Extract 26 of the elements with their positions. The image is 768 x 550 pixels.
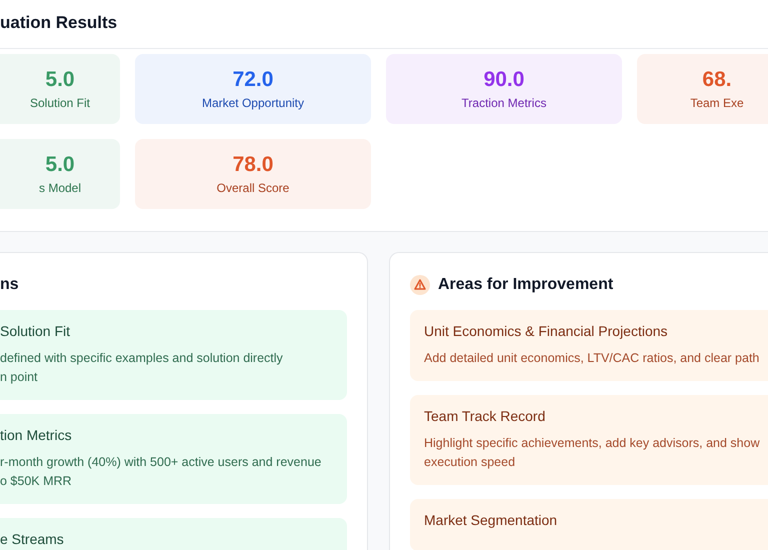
panel-title: Areas for Improvement	[438, 276, 614, 294]
score-value: 72.0	[232, 68, 274, 92]
item-description: defined with specific examples and solution directly n point	[0, 350, 284, 386]
score-value: 78.0	[232, 153, 274, 177]
score-label: Overall Score	[216, 181, 290, 195]
warning-icon	[410, 275, 430, 295]
score-label: s Model	[38, 181, 82, 195]
score-value: 5.0	[45, 153, 75, 177]
score-label: Traction Metrics	[462, 96, 546, 110]
item-title: Market Segmentation	[424, 512, 558, 529]
item-title: tion Metrics	[0, 427, 73, 444]
score-value: 5.0	[45, 68, 75, 92]
item-title: e Streams	[0, 531, 65, 548]
item-description: Add detailed unit economics, LTV/CAC ratios, and clear path	[424, 350, 760, 367]
score-label: Solution Fit	[30, 96, 90, 110]
score-label: Team Exe	[690, 96, 744, 110]
section-title: uation Results	[0, 0, 768, 49]
score-value: 90.0	[484, 68, 524, 92]
item-description: r-month growth (40%) with 500+ active users and revenue o $50K MRR	[0, 454, 322, 490]
item-title: Team Track Record	[424, 408, 546, 425]
item-title: Unit Economics & Financial Projections	[424, 323, 669, 340]
score-value: 68.	[702, 68, 732, 92]
panel-title: ns	[0, 276, 19, 294]
score-label: Market Opportunity	[202, 96, 304, 110]
item-title: Solution Fit	[0, 323, 72, 340]
item-description: Highlight specific achievements, add key advisors, and show execution speed	[424, 435, 761, 471]
